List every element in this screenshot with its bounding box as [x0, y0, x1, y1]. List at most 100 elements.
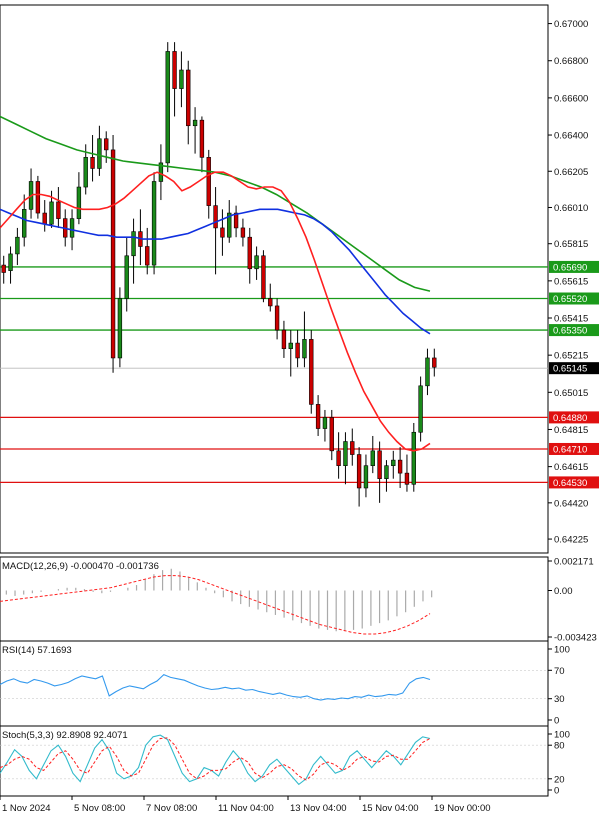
candle-bear [145, 246, 150, 266]
level-tag-label: 0.64710 [553, 444, 587, 455]
price-panel-frame [0, 4, 549, 554]
candle-bear [56, 201, 61, 219]
x-tick-label: 7 Nov 08:00 [146, 803, 197, 814]
candle-bull [192, 119, 198, 127]
price-y-tick-label: 0.66010 [554, 203, 588, 214]
candle-bear [90, 157, 95, 169]
candle-bear [268, 298, 273, 307]
macd-label: MACD(12,26,9) -0.000470 -0.001736 [2, 561, 159, 572]
candle-bear [261, 255, 266, 299]
candle-bull [97, 138, 102, 169]
candle-bear [274, 305, 280, 331]
stoch-y-tick-label: 80 [554, 741, 565, 752]
stoch-label: Stoch(5,3,3) 92.8908 92.4071 [2, 730, 128, 741]
candle-bear [397, 459, 403, 474]
candle-bull [117, 298, 123, 359]
x-tick-label: 15 Nov 04:00 [362, 803, 419, 814]
price-y-tick-label: 0.67000 [554, 19, 588, 30]
candle-bull [363, 465, 369, 489]
x-axis: 1 Nov 2024 5 Nov 08:00 7 Nov 08:00 11 Nov 0… [0, 796, 491, 814]
candle-bull [151, 181, 157, 266]
candle-bull [83, 157, 88, 188]
candle-bear [110, 149, 116, 359]
candle-bear [329, 417, 334, 452]
x-tick-label: 11 Nov 04:00 [218, 803, 274, 814]
candle-bear [432, 357, 437, 368]
stoch-y-tick-label: 20 [554, 774, 565, 785]
candle-bear [35, 181, 41, 214]
candle-bear [199, 119, 205, 158]
candle-bear [350, 441, 355, 455]
candle-bull [22, 209, 27, 238]
candle-bear [377, 450, 382, 479]
price-y-tick-label: 0.66600 [554, 93, 588, 104]
candle-bear [206, 157, 211, 206]
candle-bear [104, 138, 109, 151]
candle-bull [391, 459, 396, 466]
last-price-label: 0.65145 [553, 364, 587, 375]
macd-y-tick-label: -0.003423 [554, 633, 597, 644]
rsi-panel: RSI(14) 57.1693 100 70 30 0 [0, 640, 570, 727]
candle-bull [302, 339, 307, 359]
level-tag-label: 0.64530 [553, 478, 587, 489]
level-tag-label: 0.65520 [553, 294, 587, 305]
candle-bull [288, 342, 293, 349]
candle-bear [213, 205, 218, 229]
x-tick-label: 1 Nov 2024 [2, 803, 51, 814]
candle-bear [220, 227, 225, 238]
candle-bull [165, 51, 170, 164]
candle-bull [69, 218, 75, 238]
candle-bear [295, 342, 300, 359]
candle-bull [425, 357, 430, 387]
candle-bear [356, 454, 362, 489]
candle-bull [343, 441, 348, 466]
level-tag-label: 0.65690 [553, 262, 587, 273]
candle-bull [49, 201, 54, 225]
candle-bear [247, 236, 252, 270]
rsi-label: RSI(14) 57.1693 [2, 645, 72, 656]
rsi-y-tick-label: 30 [554, 694, 565, 705]
candle-bear [240, 227, 246, 238]
candle-bull [179, 69, 184, 89]
rsi-y-tick-label: 100 [554, 645, 570, 656]
price-y-tick-label: 0.65615 [554, 276, 588, 287]
candle-bear [172, 51, 177, 89]
candle-bear [336, 450, 341, 466]
price-panel: 0.67000 0.66800 0.66600 0.66400 0.66205 0.660… [0, 4, 599, 554]
rsi-panel-frame [0, 640, 549, 727]
forex-chart: 0.67000 0.66800 0.66600 0.66400 0.66205 0.660… [0, 4, 599, 814]
candle-bull [411, 431, 416, 485]
rsi-y-tick-label: 0 [554, 716, 559, 727]
x-tick-label: 5 Nov 08:00 [74, 803, 125, 814]
price-y-tick-label: 0.64225 [554, 535, 588, 546]
stoch-y-tick-label: 0 [554, 786, 559, 797]
macd-panel: MACD(12,26,9) -0.000470 -0.001736 0.0021… [0, 556, 597, 644]
price-y-tick-label: 0.66205 [554, 167, 588, 178]
x-tick-label: 19 Nov 00:00 [434, 803, 491, 814]
candle-bull [418, 385, 423, 433]
macd-y-tick-label: 0.002171 [554, 557, 594, 568]
rsi-y-tick-label: 70 [554, 666, 565, 677]
candle-bear [186, 69, 191, 127]
price-y-tick-label: 0.65015 [554, 388, 588, 399]
candle-bull [322, 417, 328, 429]
candle-bear [404, 472, 410, 485]
price-y-tick-label: 0.64815 [554, 425, 588, 436]
candle-bear [42, 212, 47, 225]
price-y-tick-label: 0.66400 [554, 131, 588, 142]
price-y-tick-label: 0.66800 [554, 56, 588, 67]
stoch-y-tick-label: 100 [554, 730, 570, 741]
candle-bear [1, 264, 6, 273]
candle-bull [15, 236, 20, 255]
stoch-panel: Stoch(5,3,3) 92.8908 92.4071 10080 200 [0, 725, 570, 797]
candle-bear [281, 329, 287, 349]
candle-bull [384, 465, 389, 479]
macd-y-tick-label: 0.00 [554, 586, 573, 597]
price-y-tick-label: 0.64615 [554, 462, 588, 473]
price-y-tick-label: 0.65815 [554, 239, 588, 250]
price-y-tick-label: 0.65215 [554, 351, 588, 362]
x-tick-label: 13 Nov 04:00 [290, 803, 347, 814]
candle-bull [124, 255, 129, 299]
candle-bull [254, 255, 259, 270]
price-y-tick-label: 0.65415 [554, 314, 588, 325]
